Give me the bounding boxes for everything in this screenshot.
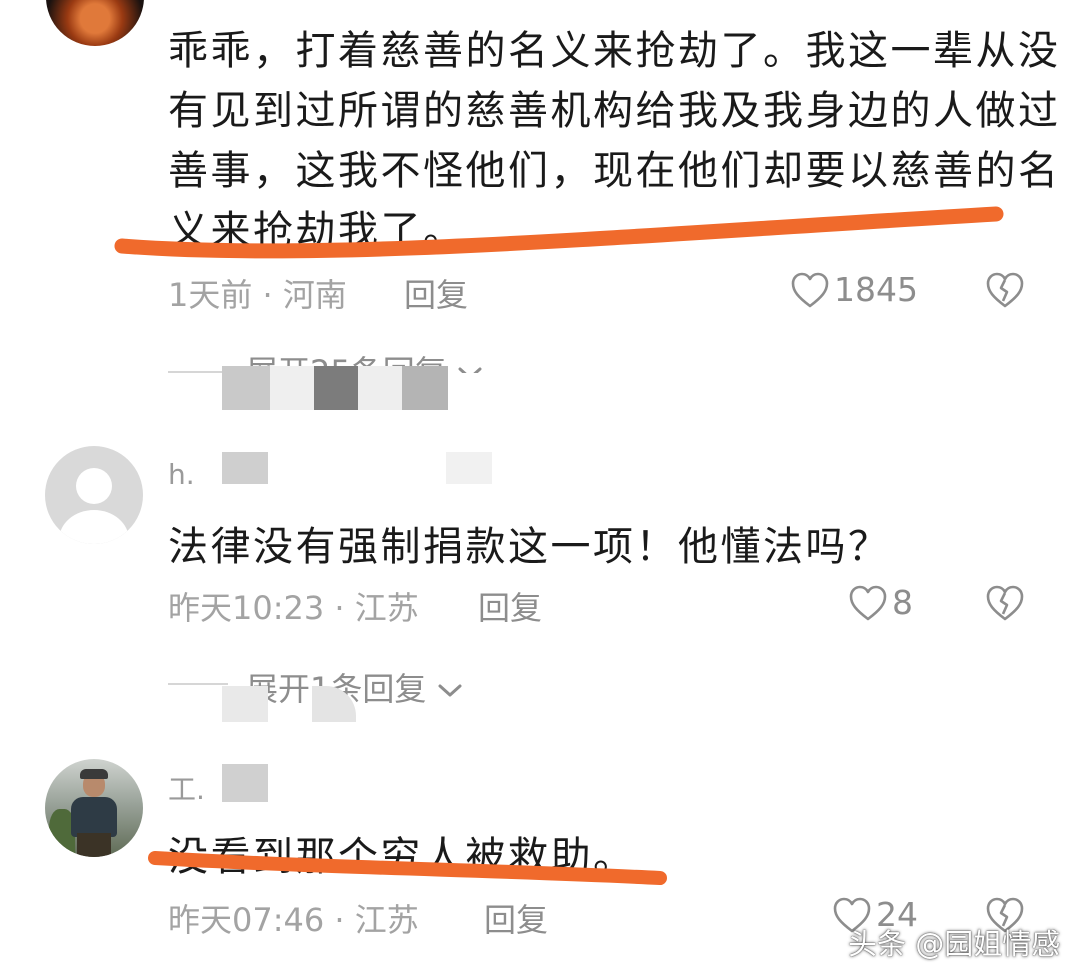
comment-line: 有见到过所谓的慈善机构给我及我身边的人做过 [168, 88, 1061, 134]
comment-line: 乖乖，打着慈善的名义来抢劫了。我这一辈从没 [168, 28, 1061, 74]
heart-icon [849, 585, 887, 620]
comment-meta: 昨天10:23 · 江苏 [168, 589, 419, 627]
comment-meta: 昨天07:46 · 江苏 [168, 901, 419, 939]
like-button[interactable]: 8 [848, 583, 913, 622]
mosaic-block [270, 366, 314, 410]
mosaic-block [222, 452, 268, 484]
default-avatar-body [59, 510, 129, 544]
username[interactable]: h. [168, 458, 195, 491]
mosaic-block [222, 686, 268, 722]
comment-meta: 1天前 · 河南 [168, 276, 347, 314]
chevron-down-icon [438, 684, 462, 697]
photo-person-cap [80, 769, 108, 779]
mosaic-block [222, 764, 268, 802]
default-avatar-head [76, 468, 112, 504]
like-button[interactable]: 1845 [790, 270, 918, 309]
mosaic-block [314, 366, 358, 410]
divider [168, 371, 228, 373]
expand-replies[interactable]: 展开1条回复 [246, 664, 463, 710]
photo-person-legs [77, 833, 111, 857]
broken-heart-icon [986, 272, 1024, 308]
reply-button[interactable]: 回复 [404, 270, 468, 316]
avatar[interactable] [45, 446, 143, 544]
mosaic-block [222, 366, 270, 410]
username[interactable]: 工. [168, 768, 205, 808]
mosaic-block [358, 366, 402, 410]
mosaic-block [446, 452, 492, 484]
reply-button[interactable]: 回复 [478, 583, 542, 629]
photo-person-body [71, 797, 117, 837]
avatar[interactable] [46, 0, 144, 46]
like-count: 1845 [834, 270, 918, 309]
dislike-button[interactable] [985, 584, 1025, 626]
reply-button[interactable]: 回复 [484, 895, 548, 941]
avatar[interactable] [45, 759, 143, 857]
like-count: 8 [892, 583, 913, 622]
mosaic-block [402, 366, 448, 410]
comment-line: 法律没有强制捐款这一项！他懂法吗？ [168, 524, 891, 570]
comment-line: 义来抢劫我了。 [168, 208, 466, 254]
comment-line: 没看到那个穷人被救助。 [168, 834, 636, 880]
divider [168, 683, 228, 685]
watermark: 头条 @园姐情感 [848, 927, 1061, 961]
comment-line: 善事，这我不怪他们，现在他们却要以慈善的名 [168, 148, 1061, 194]
heart-icon [791, 272, 829, 307]
dislike-button[interactable] [985, 271, 1025, 313]
broken-heart-icon [986, 585, 1024, 621]
chevron-down-icon [458, 367, 482, 373]
